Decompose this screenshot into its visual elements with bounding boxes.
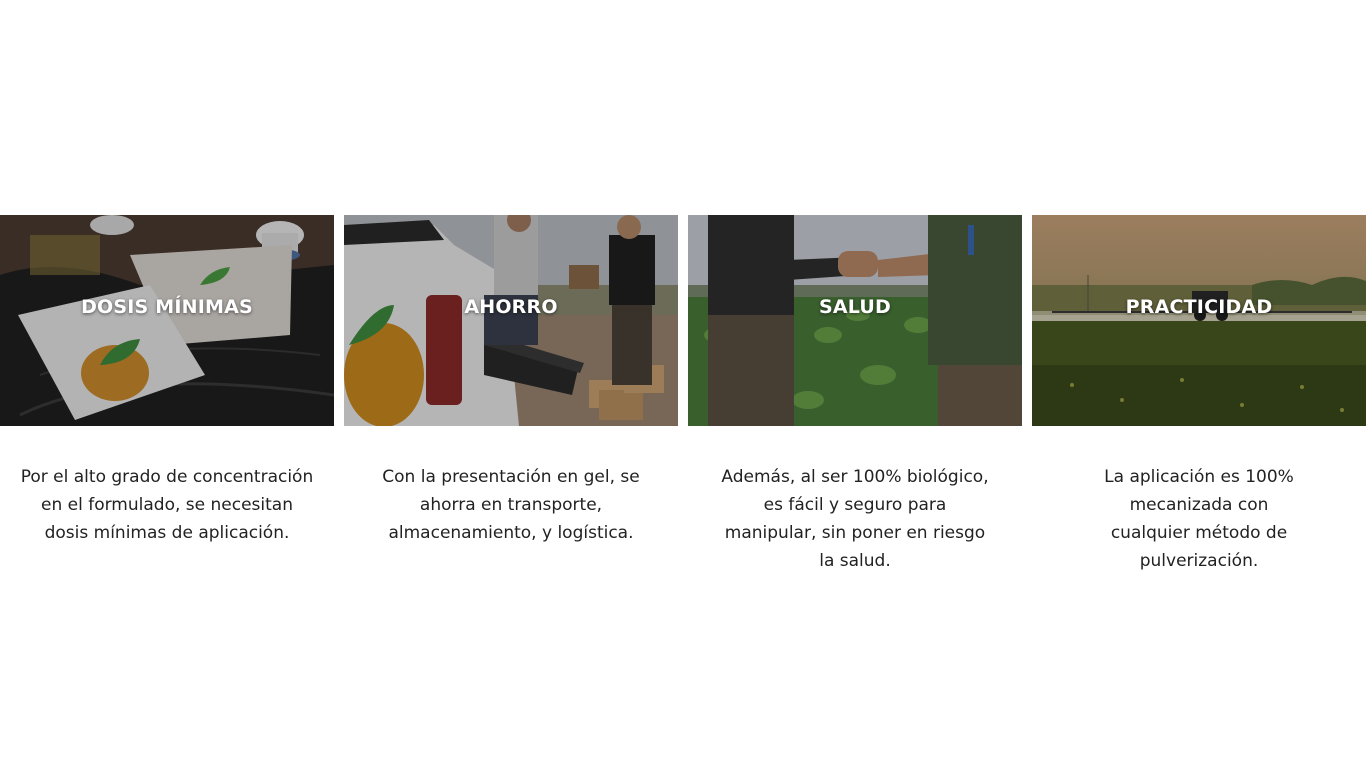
feature-description-dosis: Por el alto grado de concentración en el… bbox=[20, 467, 314, 543]
feature-description-ahorro: Con la presentación en gel, se ahorra en… bbox=[382, 467, 640, 543]
feature-description-practicidad: La aplicación es 100% mecanizada con cua… bbox=[1104, 467, 1294, 571]
feature-card-salud: SALUD Además, al ser 100% biológico, es … bbox=[688, 215, 1022, 575]
feature-card-ahorro: AHORRO Con la presentación en gel, se ah… bbox=[344, 215, 678, 547]
feature-photo-dosis[interactable]: DOSIS MÍNIMAS bbox=[0, 215, 334, 426]
feature-description-salud: Además, al ser 100% biológico, es fácil … bbox=[721, 467, 989, 571]
feature-card-dosis: DOSIS MÍNIMAS Por el alto grado de conce… bbox=[0, 215, 334, 547]
feature-photo-practicidad[interactable]: PRACTICIDAD bbox=[1032, 215, 1366, 426]
feature-title-ahorro: AHORRO bbox=[464, 296, 558, 318]
feature-title-dosis: DOSIS MÍNIMAS bbox=[81, 296, 253, 318]
feature-title-salud: SALUD bbox=[818, 296, 892, 318]
feature-card-practicidad: PRACTICIDAD La aplicación es 100% mecani… bbox=[1032, 215, 1366, 575]
feature-title-practicidad: PRACTICIDAD bbox=[1125, 296, 1273, 318]
features-section: DOSIS MÍNIMAS Por el alto grado de conce… bbox=[0, 215, 1366, 585]
feature-photo-ahorro[interactable]: AHORRO bbox=[344, 215, 678, 426]
feature-photo-salud[interactable]: SALUD bbox=[688, 215, 1022, 426]
